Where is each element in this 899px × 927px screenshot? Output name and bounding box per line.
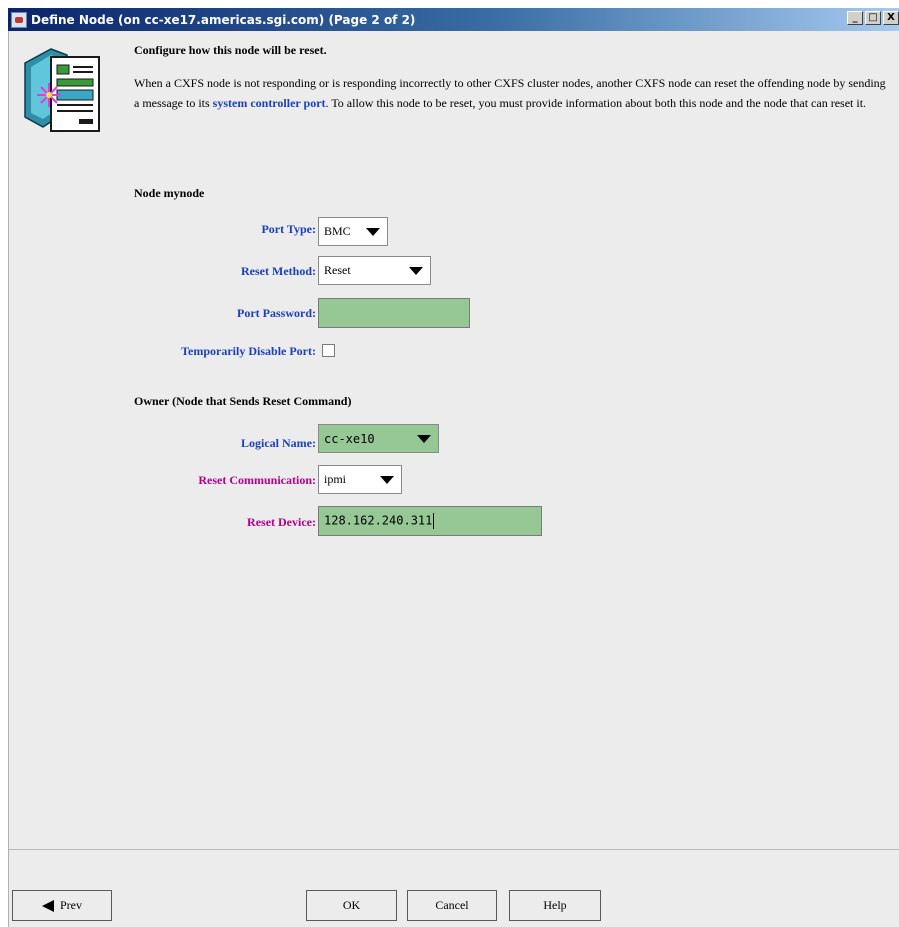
- reset-communication-label: Reset Communication:: [198, 473, 316, 487]
- reset-device-text: 128.162.240.311: [324, 513, 433, 528]
- reset-communication-select[interactable]: ipmi: [318, 465, 402, 494]
- reset-device-label: Reset Device:: [247, 515, 316, 529]
- chevron-down-icon: [409, 266, 423, 275]
- owner-section-title: Owner (Node that Sends Reset Command): [134, 394, 352, 408]
- port-type-label: Port Type:: [261, 222, 316, 236]
- help-label: Help: [543, 898, 567, 912]
- system-controller-port-link[interactable]: system controller port: [213, 96, 326, 110]
- reset-method-select[interactable]: Reset: [318, 256, 431, 285]
- window-controls: _ □ X: [847, 11, 899, 25]
- cancel-button[interactable]: Cancel: [407, 890, 497, 921]
- port-password-field[interactable]: [318, 298, 470, 328]
- window-title: Define Node (on cc-xe17.americas.sgi.com…: [31, 12, 416, 27]
- node-section-title: Node mynode: [134, 186, 205, 200]
- port-password-label: Port Password:: [237, 306, 316, 320]
- intro-text-end: . To allow this node to be reset, you mu…: [325, 96, 867, 110]
- disable-port-checkbox[interactable]: [322, 344, 335, 357]
- maximize-button[interactable]: □: [865, 11, 881, 25]
- help-button[interactable]: Help: [509, 890, 601, 921]
- logical-name-label: Logical Name:: [241, 436, 316, 450]
- ok-button[interactable]: OK: [306, 890, 397, 921]
- chevron-down-icon: [380, 475, 394, 484]
- window-title-bar[interactable]: Define Node (on cc-xe17.americas.sgi.com…: [8, 8, 899, 31]
- reset-method-value: Reset: [324, 263, 351, 277]
- page-heading: Configure how this node will be reset.: [134, 43, 327, 57]
- chevron-down-icon: [366, 227, 380, 236]
- chevron-down-icon: [417, 434, 431, 443]
- logical-name-value: cc-xe10: [324, 431, 375, 446]
- prev-label: Prev: [60, 898, 82, 912]
- logical-name-select[interactable]: cc-xe10: [318, 424, 439, 453]
- node-config-icon: [24, 48, 100, 132]
- port-type-select[interactable]: BMC: [318, 217, 388, 246]
- reset-communication-value: ipmi: [324, 472, 347, 486]
- reset-device-field[interactable]: 128.162.240.311: [318, 506, 542, 536]
- text-caret: [433, 513, 435, 529]
- java-app-icon: [11, 11, 27, 28]
- arrow-left-icon: [42, 899, 54, 912]
- reset-device-value: 128.162.240.311: [319, 513, 435, 529]
- dialog-body: Configure how this node will be reset. W…: [8, 31, 899, 927]
- ok-label: OK: [342, 898, 361, 912]
- port-type-value: BMC: [324, 224, 351, 238]
- cancel-label: Cancel: [435, 898, 469, 912]
- intro-paragraph: When a CXFS node is not responding or is…: [134, 73, 889, 113]
- button-bar: Prev OK Cancel Help: [9, 850, 899, 927]
- minimize-button[interactable]: _: [847, 11, 863, 25]
- reset-method-label: Reset Method:: [241, 264, 316, 278]
- prev-button[interactable]: Prev: [12, 890, 112, 921]
- disable-port-label: Temporarily Disable Port:: [181, 344, 316, 358]
- close-button[interactable]: X: [883, 11, 899, 25]
